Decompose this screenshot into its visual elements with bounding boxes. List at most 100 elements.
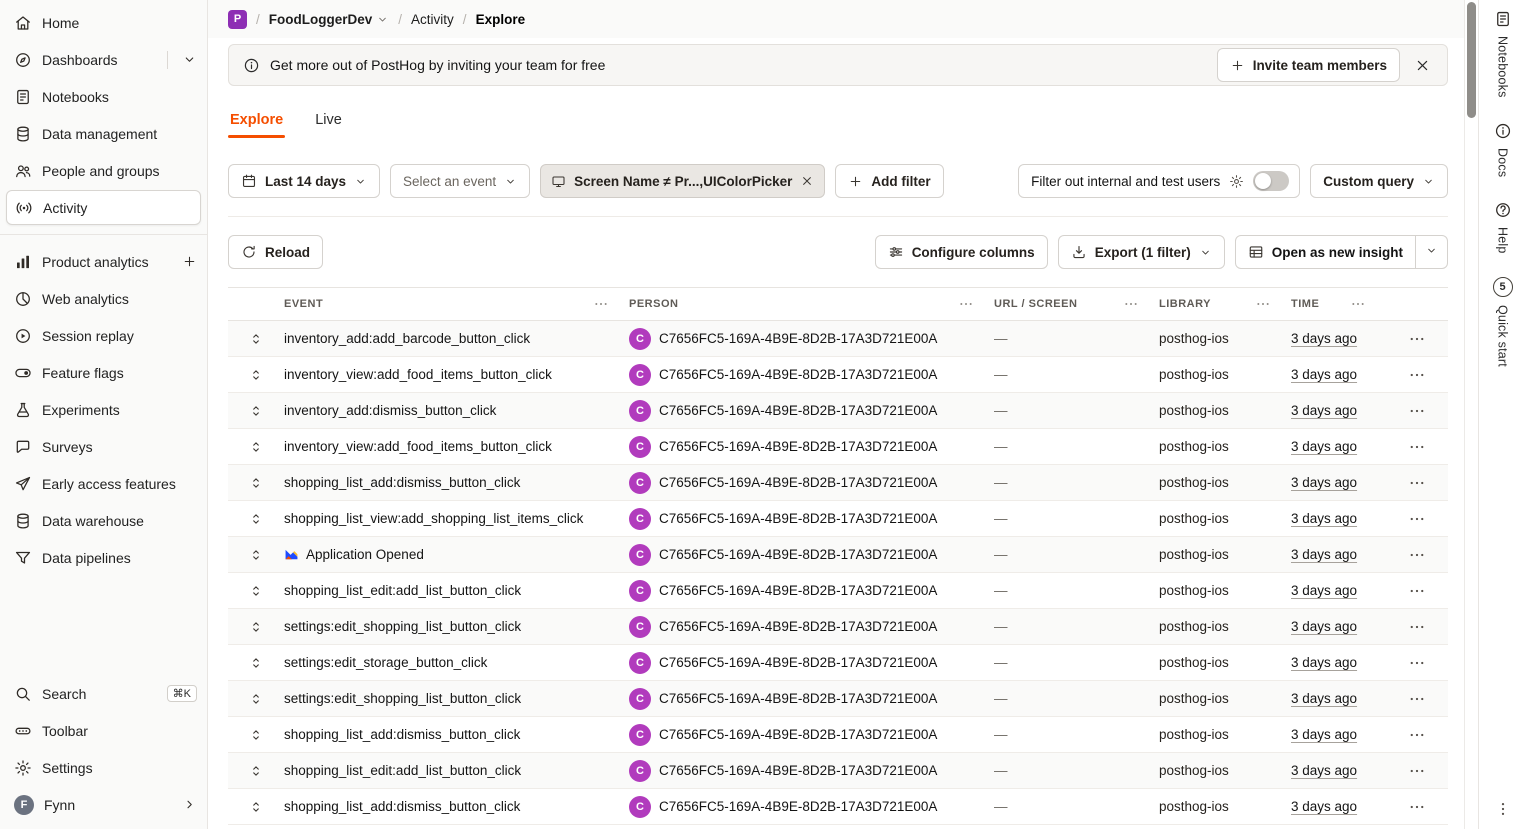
event-name-cell[interactable]: shopping_list_edit:add_list_button_click bbox=[284, 583, 629, 598]
open-as-new-insight-button[interactable]: Open as new insight bbox=[1236, 236, 1415, 268]
row-actions-button[interactable] bbox=[1405, 399, 1429, 423]
breadcrumb-section[interactable]: Activity bbox=[411, 12, 454, 27]
sidebar-item-data-pipelines[interactable]: Data pipelines bbox=[0, 539, 207, 576]
rail-item-notebooks[interactable]: Notebooks bbox=[1493, 10, 1513, 98]
row-actions-button[interactable] bbox=[1405, 543, 1429, 567]
row-actions-button[interactable] bbox=[1405, 615, 1429, 639]
event-name-cell[interactable]: shopping_list_add:dismiss_button_click bbox=[284, 799, 629, 814]
sidebar-item-search[interactable]: Search⌘K bbox=[0, 675, 207, 712]
custom-query-button[interactable]: Custom query bbox=[1310, 164, 1448, 198]
expand-row-button[interactable] bbox=[246, 581, 266, 601]
export-button[interactable]: Export (1 filter) bbox=[1058, 235, 1225, 269]
reload-button[interactable]: Reload bbox=[228, 235, 323, 269]
row-actions-button[interactable] bbox=[1405, 363, 1429, 387]
row-actions-button[interactable] bbox=[1405, 471, 1429, 495]
event-name-cell[interactable]: Application Opened bbox=[284, 547, 629, 562]
person-cell[interactable]: CC7656FC5-169A-4B9E-8D2B-17A3D721E00A bbox=[629, 508, 994, 530]
sidebar-item-toolbar[interactable]: Toolbar bbox=[0, 712, 207, 749]
time-link[interactable]: 3 days ago bbox=[1291, 727, 1357, 742]
expand-row-button[interactable] bbox=[246, 365, 266, 385]
column-options-icon[interactable] bbox=[593, 296, 609, 312]
date-range-filter-button[interactable]: Last 14 days bbox=[228, 164, 380, 198]
person-cell[interactable]: CC7656FC5-169A-4B9E-8D2B-17A3D721E00A bbox=[629, 616, 994, 638]
sidebar-item-data-warehouse[interactable]: Data warehouse bbox=[0, 502, 207, 539]
gear-icon[interactable] bbox=[1229, 174, 1244, 189]
tab-explore[interactable]: Explore bbox=[228, 106, 285, 138]
plus-icon[interactable] bbox=[182, 254, 197, 269]
filter-test-users-toggle[interactable] bbox=[1253, 171, 1289, 191]
event-name-cell[interactable]: inventory_view:add_food_items_button_cli… bbox=[284, 439, 629, 454]
expand-row-button[interactable] bbox=[246, 401, 266, 421]
sidebar-item-activity[interactable]: Activity bbox=[6, 190, 201, 225]
sidebar-item-data-management[interactable]: Data management bbox=[0, 115, 207, 152]
person-cell[interactable]: CC7656FC5-169A-4B9E-8D2B-17A3D721E00A bbox=[629, 364, 994, 386]
expand-row-button[interactable] bbox=[246, 761, 266, 781]
remove-filter-icon[interactable] bbox=[800, 174, 814, 188]
column-options-icon[interactable] bbox=[1255, 296, 1271, 312]
expand-row-button[interactable] bbox=[246, 725, 266, 745]
time-link[interactable]: 3 days ago bbox=[1291, 619, 1357, 634]
expand-row-button[interactable] bbox=[246, 509, 266, 529]
event-name-cell[interactable]: shopping_list_add:dismiss_button_click bbox=[284, 475, 629, 490]
screen-name-filter-chip[interactable]: Screen Name ≠ Pr...,UIColorPicker bbox=[540, 164, 825, 198]
event-name-cell[interactable]: shopping_list_add:dismiss_button_click bbox=[284, 727, 629, 742]
invite-team-members-button[interactable]: Invite team members bbox=[1217, 48, 1400, 82]
sidebar-item-session-replay[interactable]: Session replay bbox=[0, 317, 207, 354]
time-link[interactable]: 3 days ago bbox=[1291, 367, 1357, 382]
row-actions-button[interactable] bbox=[1405, 435, 1429, 459]
time-link[interactable]: 3 days ago bbox=[1291, 475, 1357, 490]
person-cell[interactable]: CC7656FC5-169A-4B9E-8D2B-17A3D721E00A bbox=[629, 544, 994, 566]
expand-row-button[interactable] bbox=[246, 797, 266, 817]
time-link[interactable]: 3 days ago bbox=[1291, 799, 1357, 814]
event-name-cell[interactable]: settings:edit_shopping_list_button_click bbox=[284, 619, 629, 634]
column-options-icon[interactable] bbox=[1350, 296, 1366, 312]
org-badge[interactable]: P bbox=[228, 10, 247, 29]
time-link[interactable]: 3 days ago bbox=[1291, 331, 1357, 346]
time-link[interactable]: 3 days ago bbox=[1291, 763, 1357, 778]
chevron-down-icon[interactable] bbox=[182, 52, 197, 67]
sidebar-item-early-access-features[interactable]: Early access features bbox=[0, 465, 207, 502]
sidebar-item-settings[interactable]: Settings bbox=[0, 749, 207, 786]
open-as-new-insight-dropdown[interactable] bbox=[1415, 236, 1447, 268]
row-actions-button[interactable] bbox=[1405, 759, 1429, 783]
sidebar-item-notebooks[interactable]: Notebooks bbox=[0, 78, 207, 115]
person-cell[interactable]: CC7656FC5-169A-4B9E-8D2B-17A3D721E00A bbox=[629, 580, 994, 602]
sidebar-item-fynn[interactable]: FFynn bbox=[0, 786, 207, 823]
event-name-cell[interactable]: shopping_list_view:add_shopping_list_ite… bbox=[284, 511, 629, 526]
sidebar-item-people-and-groups[interactable]: People and groups bbox=[0, 152, 207, 189]
sidebar-item-dashboards[interactable]: Dashboards bbox=[0, 41, 207, 78]
expand-row-button[interactable] bbox=[246, 689, 266, 709]
time-link[interactable]: 3 days ago bbox=[1291, 403, 1357, 418]
event-name-cell[interactable]: settings:edit_storage_button_click bbox=[284, 655, 629, 670]
rail-item-quick-start[interactable]: 5Quick start bbox=[1493, 277, 1513, 367]
person-cell[interactable]: CC7656FC5-169A-4B9E-8D2B-17A3D721E00A bbox=[629, 796, 994, 818]
breadcrumb-project[interactable]: FoodLoggerDev bbox=[269, 12, 390, 27]
person-cell[interactable]: CC7656FC5-169A-4B9E-8D2B-17A3D721E00A bbox=[629, 688, 994, 710]
row-actions-button[interactable] bbox=[1405, 327, 1429, 351]
column-options-icon[interactable] bbox=[1123, 296, 1139, 312]
vertical-scrollbar[interactable] bbox=[1464, 0, 1478, 829]
event-name-cell[interactable]: shopping_list_edit:add_list_button_click bbox=[284, 763, 629, 778]
row-actions-button[interactable] bbox=[1405, 651, 1429, 675]
expand-row-button[interactable] bbox=[246, 473, 266, 493]
person-cell[interactable]: CC7656FC5-169A-4B9E-8D2B-17A3D721E00A bbox=[629, 724, 994, 746]
person-cell[interactable]: CC7656FC5-169A-4B9E-8D2B-17A3D721E00A bbox=[629, 400, 994, 422]
rail-more-button[interactable] bbox=[1494, 800, 1512, 821]
time-link[interactable]: 3 days ago bbox=[1291, 655, 1357, 670]
person-cell[interactable]: CC7656FC5-169A-4B9E-8D2B-17A3D721E00A bbox=[629, 652, 994, 674]
event-name-cell[interactable]: settings:edit_shopping_list_button_click bbox=[284, 691, 629, 706]
sidebar-item-product-analytics[interactable]: Product analytics bbox=[0, 243, 207, 280]
sidebar-item-feature-flags[interactable]: Feature flags bbox=[0, 354, 207, 391]
expand-row-button[interactable] bbox=[246, 617, 266, 637]
time-link[interactable]: 3 days ago bbox=[1291, 511, 1357, 526]
expand-row-button[interactable] bbox=[246, 437, 266, 457]
sidebar-item-web-analytics[interactable]: Web analytics bbox=[0, 280, 207, 317]
time-link[interactable]: 3 days ago bbox=[1291, 691, 1357, 706]
person-cell[interactable]: CC7656FC5-169A-4B9E-8D2B-17A3D721E00A bbox=[629, 760, 994, 782]
scrollbar-thumb[interactable] bbox=[1467, 2, 1476, 118]
time-link[interactable]: 3 days ago bbox=[1291, 439, 1357, 454]
person-cell[interactable]: CC7656FC5-169A-4B9E-8D2B-17A3D721E00A bbox=[629, 328, 994, 350]
event-name-cell[interactable]: inventory_view:add_food_items_button_cli… bbox=[284, 367, 629, 382]
event-name-cell[interactable]: inventory_add:add_barcode_button_click bbox=[284, 331, 629, 346]
rail-item-docs[interactable]: Docs bbox=[1493, 122, 1513, 177]
